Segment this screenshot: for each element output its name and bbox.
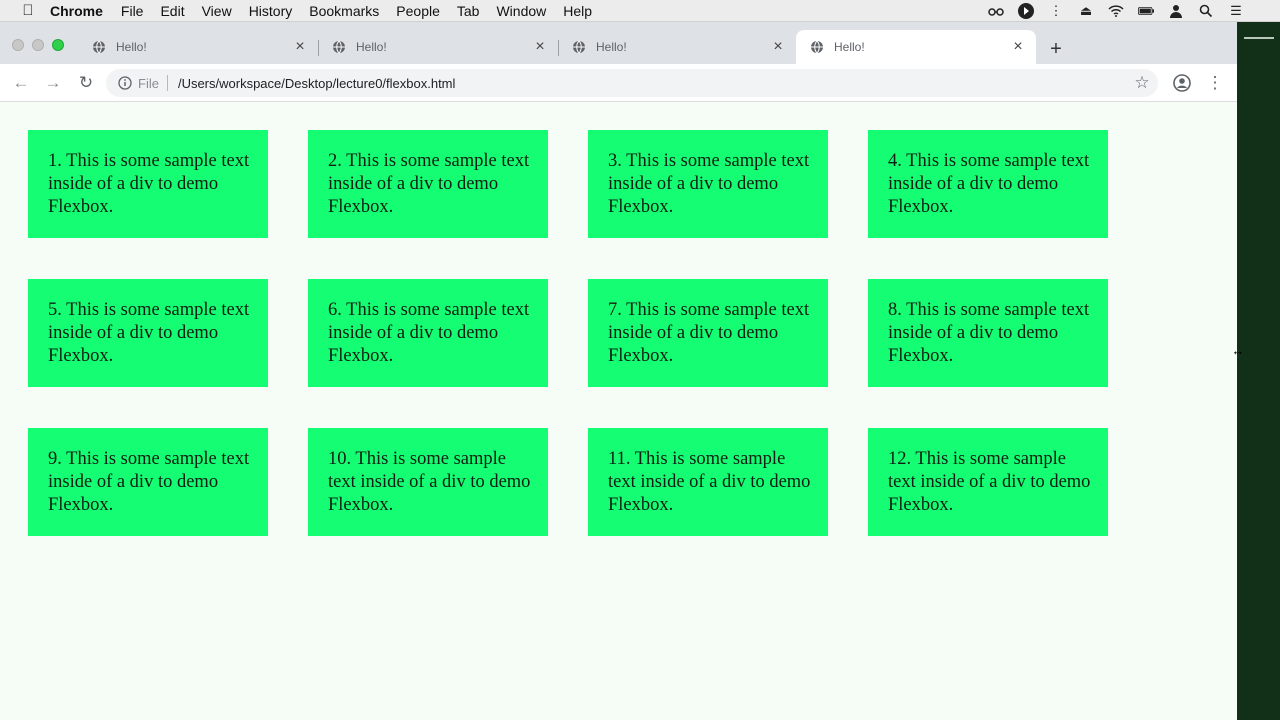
user-icon[interactable] (1168, 3, 1184, 19)
eject-icon[interactable]: ⏏ (1078, 3, 1094, 19)
tab-3[interactable]: Hello! × (558, 30, 796, 64)
flex-box-3: 3. This is some sample text inside of a … (588, 130, 828, 238)
profile-icon[interactable] (1172, 73, 1192, 93)
tab-title: Hello! (116, 40, 147, 54)
menu-view[interactable]: View (202, 3, 232, 19)
globe-icon (333, 40, 345, 54)
search-icon[interactable] (1198, 3, 1214, 19)
close-icon[interactable]: × (532, 38, 548, 55)
menu-help[interactable]: Help (563, 3, 592, 19)
back-arrow-icon[interactable]: ← (11, 73, 31, 93)
tab-title: Hello! (356, 40, 387, 54)
close-window-button[interactable] (12, 39, 24, 51)
info-icon[interactable] (118, 76, 132, 90)
menu-app-name[interactable]: Chrome (50, 3, 103, 19)
control-center-icon[interactable]: ☰ (1228, 3, 1244, 19)
page-content: 1. This is some sample text inside of a … (0, 103, 1237, 720)
menu-bookmarks[interactable]: Bookmarks (309, 3, 379, 19)
flex-box-11: 11. This is some sample text inside of a… (588, 428, 828, 536)
tab-2[interactable]: Hello! × (318, 30, 558, 64)
zoom-window-button[interactable] (52, 39, 64, 51)
globe-icon (811, 40, 823, 54)
new-tab-button[interactable]: + (1046, 38, 1066, 60)
more-menu-icon[interactable]: ⋮ (1205, 73, 1225, 93)
address-url[interactable]: /Users/workspace/Desktop/lecture0/flexbo… (178, 76, 455, 91)
forward-arrow-icon[interactable]: → (43, 73, 63, 93)
flex-box-8: 8. This is some sample text inside of a … (868, 279, 1108, 387)
resize-cursor-icon: ↔ (1231, 342, 1245, 358)
tab-title: Hello! (596, 40, 627, 54)
flex-box-6: 6. This is some sample text inside of a … (308, 279, 548, 387)
flex-box-4: 4. This is some sample text inside of a … (868, 130, 1108, 238)
menu-edit[interactable]: Edit (160, 3, 184, 19)
globe-icon (573, 40, 585, 54)
menu-people[interactable]: People (396, 3, 440, 19)
flex-box-2: 2. This is some sample text inside of a … (308, 130, 548, 238)
apple-logo-icon[interactable]:  (20, 2, 36, 19)
play-circle-icon[interactable] (1018, 3, 1034, 19)
globe-icon (93, 40, 105, 54)
tab-strip: Hello! × Hello! × Hello! × Hello! × + (0, 22, 1237, 64)
battery-icon[interactable] (1138, 3, 1154, 19)
close-icon[interactable]: × (292, 38, 308, 55)
address-scheme-label: File (138, 75, 159, 91)
wifi-icon[interactable] (1108, 3, 1124, 19)
bookmark-star-icon[interactable]: ☆ (1132, 73, 1152, 93)
flex-box-1: 1. This is some sample text inside of a … (28, 130, 268, 238)
reload-icon[interactable]: ↻ (76, 73, 96, 93)
tab-title: Hello! (834, 40, 865, 54)
background-window (1237, 22, 1280, 720)
minimize-window-button[interactable] (32, 39, 44, 51)
close-icon[interactable]: × (770, 38, 786, 55)
address-bar[interactable]: File /Users/workspace/Desktop/lecture0/f… (106, 69, 1158, 97)
menu-file[interactable]: File (121, 3, 144, 19)
glasses-icon[interactable] (988, 3, 1004, 19)
flex-box-9: 9. This is some sample text inside of a … (28, 428, 268, 536)
menu-tab[interactable]: Tab (457, 3, 480, 19)
dots-icon[interactable]: ⋮ (1048, 3, 1064, 19)
address-divider (166, 75, 168, 91)
flex-box-7: 7. This is some sample text inside of a … (588, 279, 828, 387)
background-divider (1244, 37, 1274, 39)
browser-toolbar: ← → ↻ File /Users/workspace/Desktop/lect… (0, 64, 1237, 102)
flex-box-12: 12. This is some sample text inside of a… (868, 428, 1108, 536)
macos-menubar:  Chrome File Edit View History Bookmark… (0, 0, 1280, 22)
close-icon[interactable]: × (1010, 38, 1026, 55)
menu-history[interactable]: History (249, 3, 293, 19)
tab-1[interactable]: Hello! × (78, 30, 318, 64)
menu-window[interactable]: Window (496, 3, 546, 19)
browser-window: Hello! × Hello! × Hello! × Hello! × + ← … (0, 22, 1237, 720)
status-area: ⋮ ⏏ ☰ (988, 0, 1244, 22)
flex-box-10: 10. This is some sample text inside of a… (308, 428, 548, 536)
flex-box-5: 5. This is some sample text inside of a … (28, 279, 268, 387)
tab-4-active[interactable]: Hello! × (796, 30, 1036, 64)
